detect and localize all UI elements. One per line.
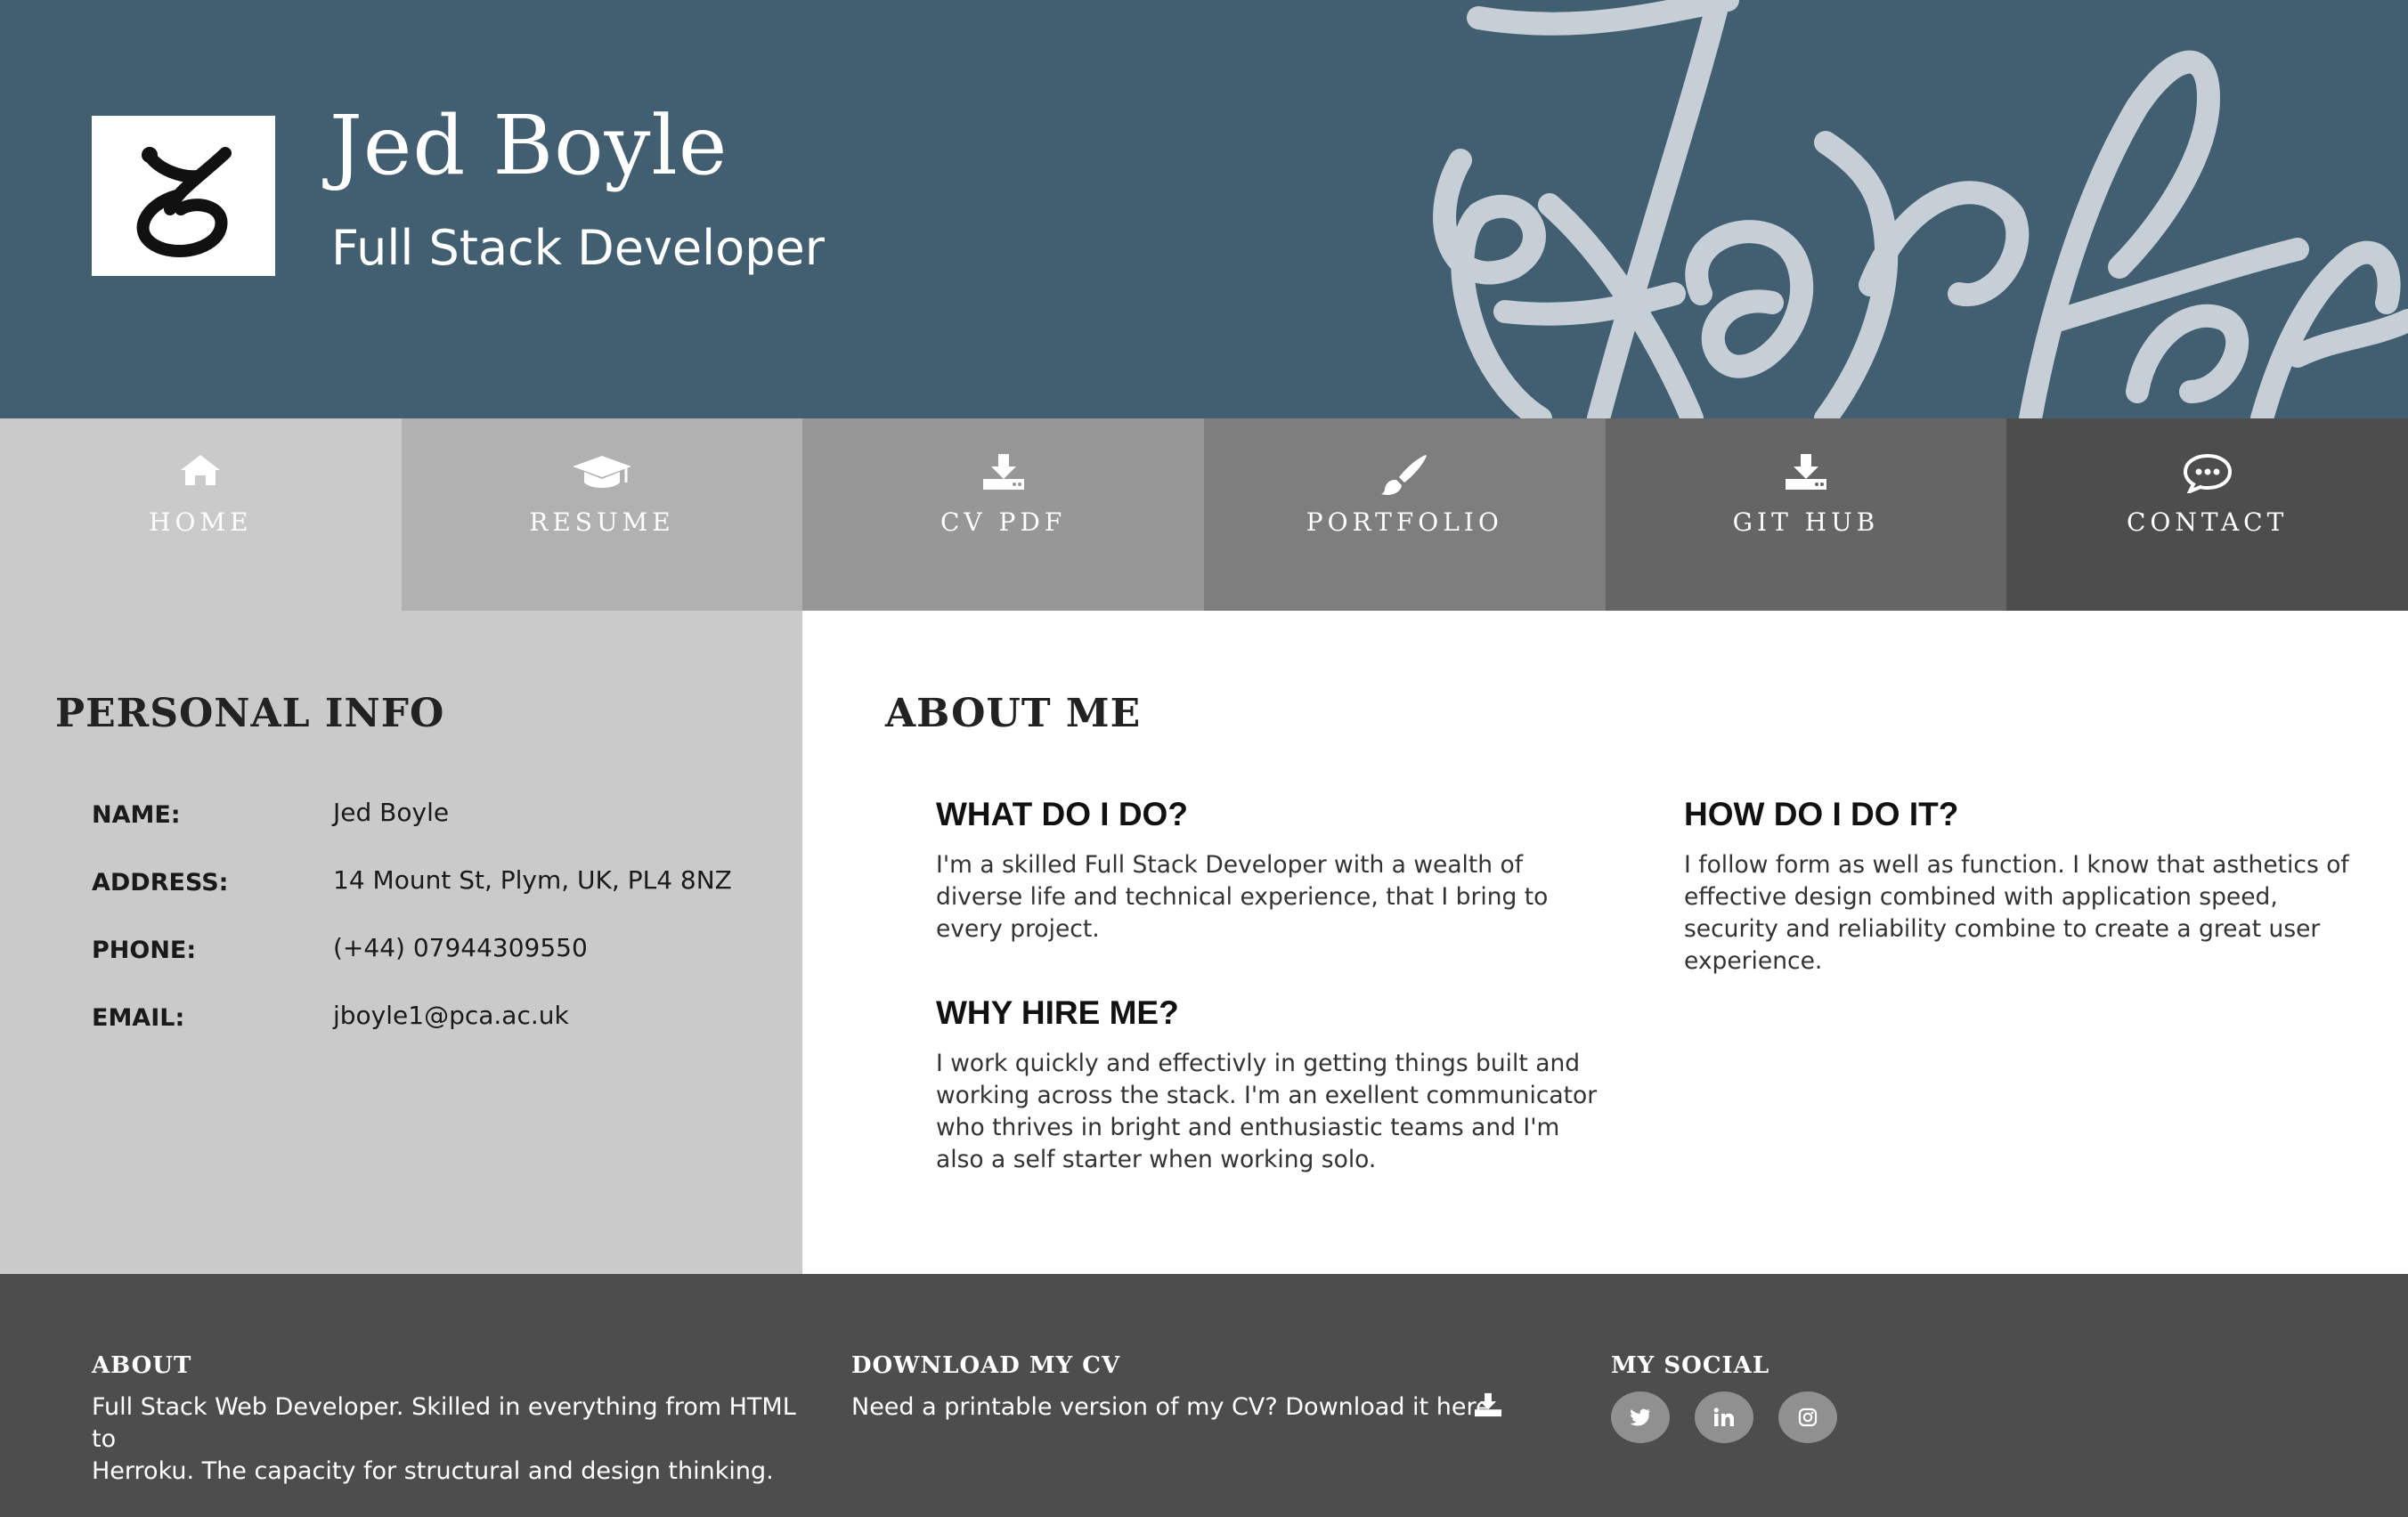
text-line: every project.: [936, 915, 1100, 943]
graduation-cap-icon: [572, 456, 631, 488]
text-line: working across the stack. I'm an exellen…: [936, 1082, 1598, 1109]
nav-label: RESUME: [529, 507, 675, 537]
logo[interactable]: [92, 116, 275, 276]
paint-brush-icon: [1381, 455, 1428, 495]
nav-item-resume[interactable]: RESUME: [401, 418, 803, 611]
nav-item-cv-pdf[interactable]: CV PDF: [802, 418, 1204, 611]
info-key: NAME:: [92, 801, 181, 829]
main-nav: HOME RESUME CV PDF PORTFOLIO GIT HUB CON…: [0, 418, 2408, 611]
nav-label: PORTFOLIO: [1306, 507, 1503, 537]
twitter-button[interactable]: [1611, 1391, 1670, 1443]
nav-label: CONTACT: [2126, 507, 2289, 537]
nav-item-portfolio[interactable]: PORTFOLIO: [1203, 418, 1606, 611]
nav-item-contact[interactable]: CONTACT: [2006, 418, 2408, 611]
cv-text: Need a printable version of my CV? Downl…: [851, 1393, 1499, 1421]
instagram-icon: [1798, 1407, 1818, 1427]
text-line: I work quickly and effectivly in getting…: [936, 1050, 1581, 1077]
why-hire-me-title: WHY HIRE ME?: [936, 994, 1179, 1031]
info-key: ADDRESS:: [92, 869, 229, 896]
text-line: Full Stack Web Developer. Skilled in eve…: [92, 1393, 796, 1453]
instagram-button[interactable]: [1778, 1391, 1837, 1443]
info-key: EMAIL:: [92, 1004, 185, 1032]
text-line: effective design combined with applicati…: [1684, 883, 2278, 911]
chat-bubble-icon: [2183, 453, 2232, 493]
why-hire-me-text: I work quickly and effectivly in getting…: [936, 1048, 1631, 1176]
site-role: Full Stack Developer: [331, 220, 825, 276]
download-icon: [982, 454, 1024, 490]
home-icon: [181, 455, 221, 485]
text-line: security and reliability combine to crea…: [1684, 915, 2321, 943]
info-value: 14 Mount St, Plym, UK, PL4 8NZ: [333, 865, 732, 895]
text-line: I follow form as well as function. I kno…: [1684, 851, 2349, 879]
info-key: PHONE:: [92, 937, 197, 964]
info-row-address: ADDRESS: 14 Mount St, Plym, UK, PL4 8NZ: [92, 865, 786, 901]
footer-about-text: Full Stack Web Developer. Skilled in eve…: [92, 1391, 804, 1488]
info-value: Jed Boyle: [333, 798, 450, 827]
nav-label: HOME: [149, 507, 253, 537]
info-row-email: EMAIL: jboyle1@pca.ac.uk: [92, 1001, 786, 1036]
text-line: also a self starter when working solo.: [936, 1146, 1377, 1173]
signature-graphic: [1433, 0, 2408, 418]
footer-cv-text: Need a printable version of my CV? Downl…: [851, 1391, 1498, 1424]
dog-logo-icon: [136, 147, 232, 257]
about-me-panel: ABOUT ME WHAT DO I DO? I'm a skilled Ful…: [802, 611, 2408, 1274]
personal-info-title: PERSONAL INFO: [55, 691, 445, 736]
how-do-i-do-it-title: HOW DO I DO IT?: [1684, 796, 1959, 832]
info-row-phone: PHONE: (+44) 07944309550: [92, 933, 786, 969]
text-line: diverse life and technical experience, t…: [936, 883, 1549, 911]
how-do-i-do-it-text: I follow form as well as function. I kno…: [1684, 849, 2396, 978]
nav-label: CV PDF: [940, 507, 1067, 537]
footer-social-title: MY SOCIAL: [1611, 1352, 1770, 1379]
text-line: who thrives in bright and enthusiastic t…: [936, 1114, 1560, 1141]
linkedin-button[interactable]: [1695, 1391, 1753, 1443]
site-header: Jed Boyle Full Stack Developer: [0, 0, 2408, 418]
nav-label: GIT HUB: [1732, 507, 1880, 537]
info-value[interactable]: jboyle1@pca.ac.uk: [333, 1001, 569, 1030]
footer-about-title: ABOUT: [92, 1352, 192, 1379]
info-value: (+44) 07944309550: [333, 933, 588, 962]
twitter-icon: [1630, 1408, 1650, 1426]
site-footer: ABOUT Full Stack Web Developer. Skilled …: [0, 1274, 2408, 1517]
info-row-name: NAME: Jed Boyle: [92, 798, 786, 833]
about-me-title: ABOUT ME: [885, 691, 1142, 736]
download-cv-icon[interactable]: [1473, 1391, 1503, 1418]
text-line: experience.: [1684, 947, 1823, 975]
site-name: Jed Boyle: [329, 98, 728, 193]
personal-info-panel: PERSONAL INFO NAME: Jed Boyle ADDRESS: 1…: [0, 611, 802, 1274]
what-do-i-do-title: WHAT DO I DO?: [936, 796, 1188, 832]
text-line: I'm a skilled Full Stack Developer with …: [936, 851, 1524, 879]
what-do-i-do-text: I'm a skilled Full Stack Developer with …: [936, 849, 1613, 945]
nav-item-home[interactable]: HOME: [0, 418, 402, 611]
linkedin-icon: [1713, 1407, 1734, 1426]
footer-cv-title: DOWNLOAD MY CV: [851, 1352, 1121, 1379]
nav-item-github[interactable]: GIT HUB: [1605, 418, 2007, 611]
download-icon: [1785, 454, 1826, 490]
text-line: Herroku. The capacity for structural and…: [92, 1457, 774, 1485]
